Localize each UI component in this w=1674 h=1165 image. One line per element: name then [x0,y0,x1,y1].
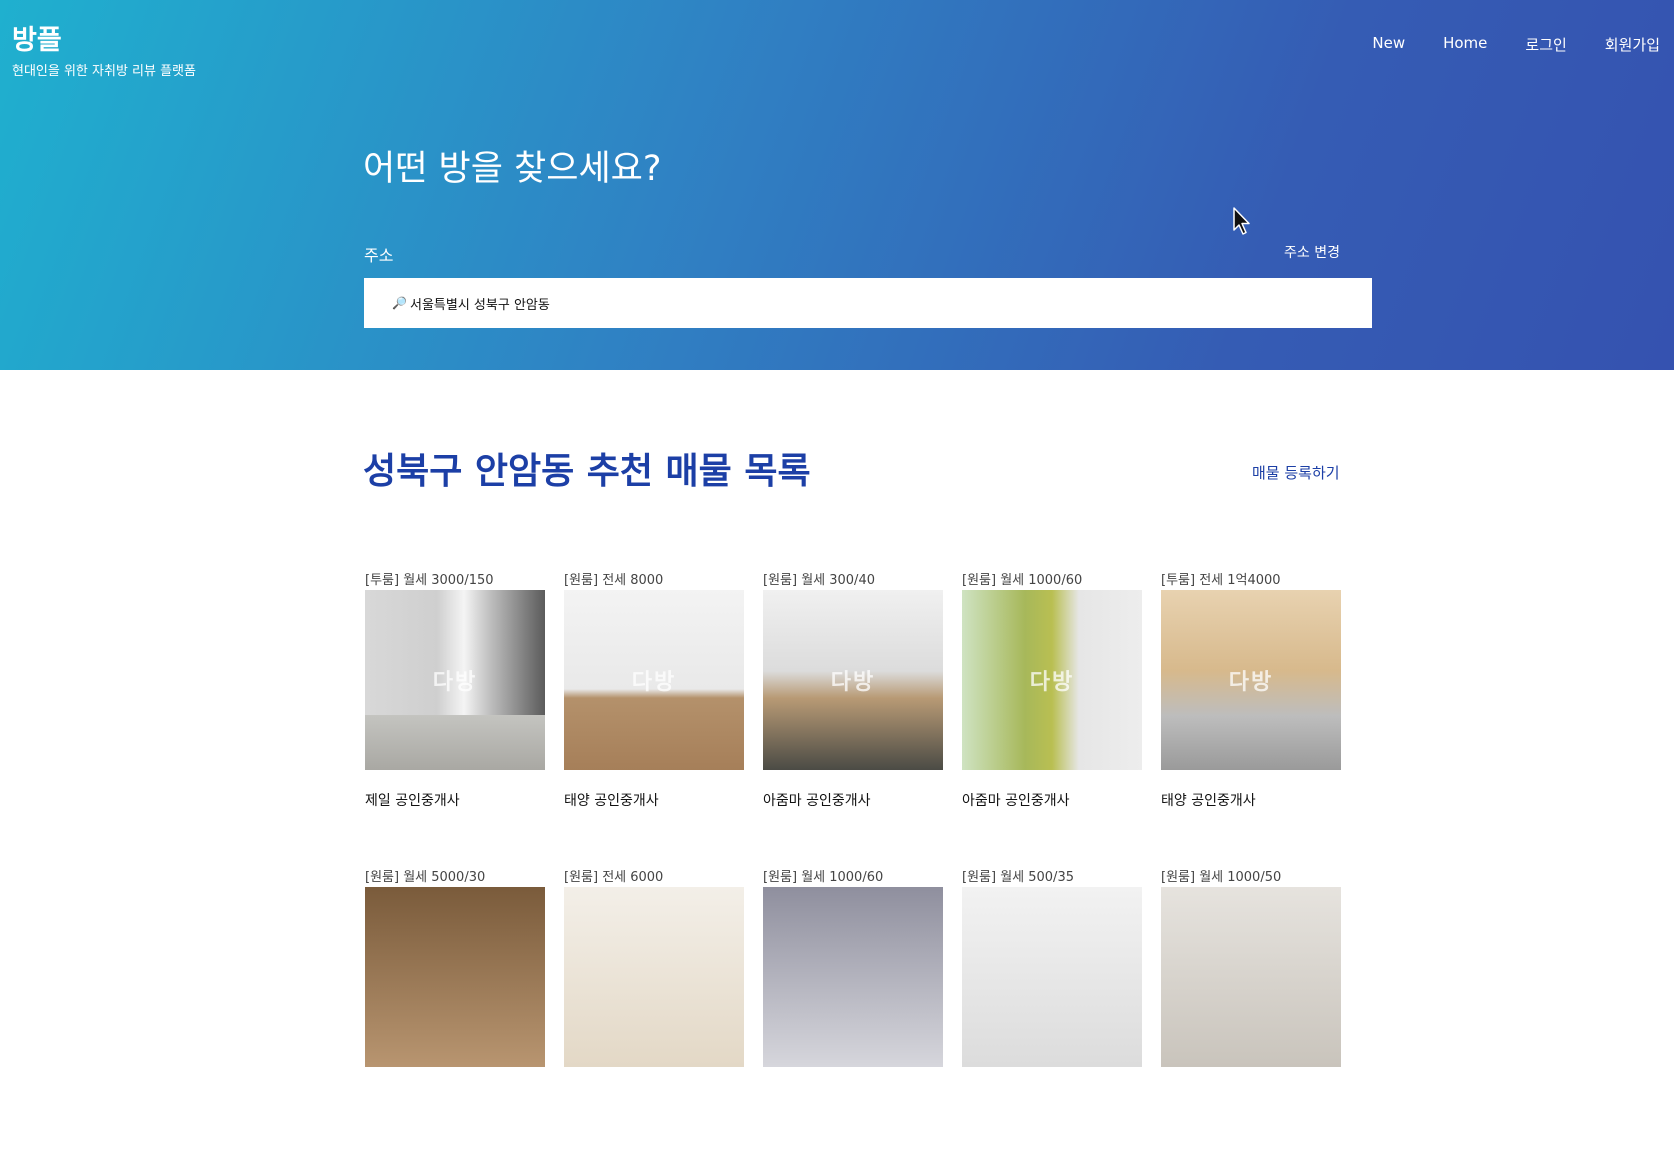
brand-logo[interactable]: 방플 [12,18,62,57]
nav-home[interactable]: Home [1443,34,1487,55]
brand-tagline: 현대인을 위한 자취방 리뷰 플랫폼 [12,64,196,79]
listing-price-label: [원룸] 월세 1000/60 [763,870,884,885]
listing-photo[interactable] [564,887,744,1067]
listing-card[interactable]: [투룸] 월세 3000/150 다방 제일 공인중개사 [365,571,545,810]
top-nav: New Home 로그인 회원가입 [1334,34,1660,55]
listing-card[interactable]: [원룸] 월세 5000/30 [365,868,545,1067]
listing-photo[interactable] [962,887,1142,1067]
listing-agency: 제일 공인중개사 [365,793,460,809]
watermark-logo: 다방 [631,670,677,695]
nav-login[interactable]: 로그인 [1525,34,1566,55]
listing-photo[interactable]: 다방 [763,590,943,770]
watermark-logo: 다방 [830,670,876,695]
hero-banner: 방플 현대인을 위한 자취방 리뷰 플랫폼 New Home 로그인 회원가입 … [0,0,1674,370]
listing-card[interactable]: [원룸] 월세 1000/60 다방 아줌마 공인중개사 [962,571,1142,810]
listing-price-label: [원룸] 월세 1000/50 [1161,870,1282,885]
listing-card[interactable]: [원룸] 월세 1000/60 [763,868,943,1067]
listing-card[interactable]: [원룸] 월세 300/40 다방 아줌마 공인중개사 [763,571,943,810]
listing-row: [원룸] 월세 5000/30 [원룸] 전세 6000 [원룸] 월세 100… [365,868,1365,1165]
listing-photo[interactable]: 다방 [365,590,545,770]
register-listing-link[interactable]: 매물 등록하기 [1252,462,1340,483]
watermark-logo: 다방 [1029,670,1075,695]
watermark-logo: 다방 [1228,670,1274,695]
listing-photo[interactable]: 다방 [1161,590,1341,770]
change-address-button[interactable]: 주소 변경 [1284,242,1340,262]
address-search-value: 서울특별시 성북구 안암동 [410,297,550,313]
listing-card[interactable]: [원룸] 전세 6000 [564,868,744,1067]
listing-price-label: [원룸] 월세 300/40 [763,573,875,588]
search-icon: 🔎 [392,296,407,310]
listing-price-label: [투룸] 전세 1억4000 [1161,573,1281,588]
listing-price-label: [원룸] 전세 6000 [564,870,664,885]
listing-card[interactable]: [원룸] 전세 8000 다방 태양 공인중개사 [564,571,744,810]
mouse-cursor-icon [1233,207,1250,235]
listing-photo[interactable]: 다방 [962,590,1142,770]
listing-price-label: [원룸] 전세 8000 [564,573,664,588]
address-search-field[interactable]: 🔎 서울특별시 성북구 안암동 [364,278,1372,328]
listing-price-label: [투룸] 월세 3000/150 [365,573,494,588]
listing-card[interactable]: [원룸] 월세 1000/50 [1161,868,1341,1067]
nav-new[interactable]: New [1372,34,1405,55]
watermark-logo: 다방 [432,670,478,695]
hero-heading: 어떤 방을 찾으세요? [363,149,662,189]
listing-price-label: [원룸] 월세 5000/30 [365,870,486,885]
listing-card[interactable]: [원룸] 월세 500/35 [962,868,1142,1067]
listing-price-label: [원룸] 월세 500/35 [962,870,1074,885]
nav-signup[interactable]: 회원가입 [1605,34,1660,55]
listing-photo[interactable] [1161,887,1341,1067]
listing-row: [투룸] 월세 3000/150 다방 제일 공인중개사 [원룸] 전세 800… [365,571,1365,868]
listing-price-label: [원룸] 월세 1000/60 [962,573,1083,588]
listing-grid: [투룸] 월세 3000/150 다방 제일 공인중개사 [원룸] 전세 800… [365,571,1365,1165]
section-title: 성북구 안암동 추천 매물 목록 [363,451,811,492]
listing-photo[interactable] [365,887,545,1067]
listing-agency: 아줌마 공인중개사 [763,793,871,809]
listing-card[interactable]: [투룸] 전세 1억4000 다방 태양 공인중개사 [1161,571,1341,810]
listing-agency: 태양 공인중개사 [1161,793,1256,809]
listing-photo[interactable]: 다방 [564,590,744,770]
listing-agency: 아줌마 공인중개사 [962,793,1070,809]
listing-agency: 태양 공인중개사 [564,793,659,809]
listing-photo[interactable] [763,887,943,1067]
address-label: 주소 [364,246,394,265]
